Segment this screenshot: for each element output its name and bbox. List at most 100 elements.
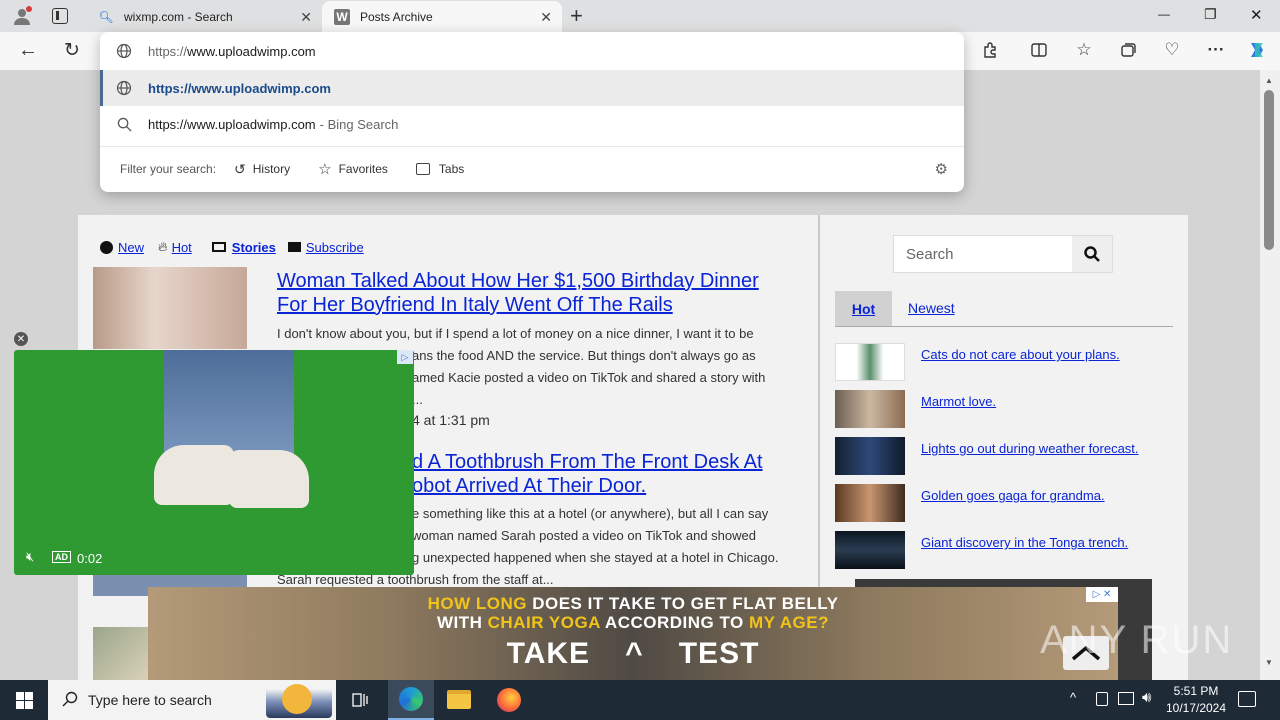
hot-item-link[interactable]: Lights go out during weather forecast. <box>921 441 1139 456</box>
sidebar-tab-label: Hot <box>851 300 876 317</box>
new-tab-button[interactable]: + <box>570 3 583 29</box>
refresh-icon[interactable]: ↻ <box>61 39 83 61</box>
sidebar-ad-slot <box>855 579 1152 587</box>
hot-item-thumbnail[interactable] <box>835 531 905 569</box>
suggestion-search[interactable]: https://www.uploadwimp.com - Bing Search <box>100 106 964 142</box>
filter-text: Favorites <box>338 162 388 176</box>
ad-choices-icon[interactable]: ▷ <box>397 350 413 364</box>
search-settings-icon[interactable]: ⚙ <box>935 160 948 178</box>
filter-history[interactable]: ↺ History <box>234 161 290 178</box>
banner-highlight: CHAIR YOGA <box>487 613 601 632</box>
suggestion-url[interactable]: https://www.uploadwimp.com <box>100 70 964 106</box>
extensions-icon[interactable] <box>980 39 1002 61</box>
page-scrollbar[interactable]: ▲ ▼ <box>1260 70 1280 680</box>
post-title-link[interactable]: d A Toothbrush From The Front Desk At ob… <box>412 450 763 498</box>
nav-new[interactable]: New <box>118 240 144 255</box>
banner-ad[interactable]: HOW LONG DOES IT TAKE TO GET FLAT BELLY … <box>148 587 1118 680</box>
video-time: 0:02 <box>77 551 103 566</box>
search-icon <box>100 117 148 132</box>
search-button[interactable] <box>1072 236 1112 272</box>
tabs-icon <box>415 163 430 175</box>
search-icon: 🔍︎ <box>98 9 114 24</box>
search-highlight-icon <box>266 682 332 718</box>
scroll-up-arrow[interactable]: ▲ <box>1265 76 1273 85</box>
network-icon[interactable] <box>1118 692 1134 705</box>
hot-item-link[interactable]: Marmot love. <box>921 394 996 409</box>
hot-item-thumbnail[interactable] <box>835 343 905 381</box>
tab-search[interactable]: 🔍︎ wixmp.com - Search ✕ <box>86 1 322 32</box>
firefox-icon[interactable] <box>497 688 521 712</box>
file-explorer-icon[interactable] <box>447 690 471 709</box>
video-frame <box>229 450 309 508</box>
post-thumbnail[interactable] <box>93 627 148 680</box>
mute-icon[interactable]: 🔇︎ <box>26 549 34 565</box>
site-nav: New 🔥︎ Hot Stories Subscribe <box>100 238 364 256</box>
edge-taskbar-icon[interactable] <box>388 680 434 720</box>
split-screen-icon[interactable] <box>1028 39 1050 61</box>
filter-tabs[interactable]: Tabs <box>415 162 464 176</box>
sidebar-tab-newest[interactable]: Newest <box>908 300 955 316</box>
banner-cta[interactable]: TAKE ^ TEST <box>148 637 1118 671</box>
scroll-down-arrow[interactable]: ▼ <box>1265 658 1273 667</box>
watermark: ANY RUN <box>1040 618 1234 662</box>
banner-cta-text: TEST <box>678 637 760 670</box>
volume-icon[interactable]: 🔊︎ <box>1142 689 1151 706</box>
close-tab-icon[interactable]: ✕ <box>300 9 312 26</box>
banner-text: ACCORDING TO <box>600 613 749 632</box>
back-icon[interactable]: ← <box>17 39 39 61</box>
video-ad[interactable]: 🔇︎ AD 0:02 <box>14 350 414 575</box>
search-input[interactable]: Search <box>906 246 954 263</box>
taskbar-search[interactable]: Type here to search <box>48 680 336 720</box>
address-input-row[interactable]: https://www.uploadwimp.com <box>100 33 964 69</box>
hot-item-thumbnail[interactable] <box>835 390 905 428</box>
minimize-button[interactable]: — <box>1158 7 1170 21</box>
filter-favorites[interactable]: ☆ Favorites <box>318 160 388 178</box>
collections-icon[interactable] <box>1117 39 1139 61</box>
post-title-link[interactable]: Woman Talked About How Her $1,500 Birthd… <box>277 269 759 317</box>
hot-item-link[interactable]: Cats do not care about your plans. <box>921 347 1120 362</box>
banner-ad-choices-icon[interactable]: ▷ ✕ <box>1086 587 1118 602</box>
url-scheme: https:// <box>148 43 188 59</box>
close-tab-icon[interactable]: ✕ <box>540 9 552 26</box>
filter-text: History <box>252 162 291 176</box>
sidebar-tab-hot[interactable]: Hot <box>835 291 892 326</box>
tab-posts-archive[interactable]: W Posts Archive ✕ <box>322 1 562 32</box>
close-window-button[interactable]: ✕ <box>1250 6 1263 24</box>
suggestion-suffix: - Bing Search <box>319 116 399 132</box>
tray-chevron-icon[interactable]: ^ <box>1070 690 1076 705</box>
taskbar-search-input[interactable]: Type here to search <box>88 692 212 708</box>
favorites-icon[interactable]: ☆ <box>1073 39 1095 61</box>
browser-essentials-icon[interactable]: ♡ <box>1161 39 1183 61</box>
start-button[interactable] <box>0 680 48 720</box>
tray-device-icon[interactable] <box>1096 692 1108 706</box>
nav-stories[interactable]: Stories <box>232 240 276 255</box>
profile-icon[interactable] <box>12 6 32 26</box>
hot-item-link[interactable]: Giant discovery in the Tonga trench. <box>921 535 1128 550</box>
site-favicon-icon: W <box>334 8 350 25</box>
video-frame <box>154 445 234 505</box>
divider <box>835 326 1173 327</box>
globe-icon <box>100 43 148 59</box>
notification-icon[interactable] <box>1238 691 1256 707</box>
nav-subscribe[interactable]: Subscribe <box>306 240 364 255</box>
banner-highlight: MY AGE? <box>749 613 830 632</box>
post-thumbnail[interactable] <box>93 267 247 349</box>
copilot-icon[interactable] <box>1246 39 1268 61</box>
suggestion-text: https://www.uploadwimp.com <box>148 80 331 96</box>
scrollbar-thumb[interactable] <box>1264 90 1274 250</box>
address-input[interactable]: https://www.uploadwimp.com <box>148 44 316 59</box>
ad-badge: AD <box>52 551 71 563</box>
close-ad-icon[interactable]: ✕ <box>14 332 28 346</box>
hot-item-thumbnail[interactable] <box>835 437 905 475</box>
maximize-button[interactable]: ❐ <box>1204 6 1217 23</box>
hot-item-link[interactable]: Golden goes gaga for grandma. <box>921 488 1105 503</box>
tab-actions-icon[interactable] <box>52 8 68 24</box>
post-date: 4 at 1:31 pm <box>412 412 490 428</box>
nav-hot[interactable]: Hot <box>172 240 192 255</box>
settings-more-icon[interactable]: ··· <box>1205 39 1227 61</box>
hot-item-thumbnail[interactable] <box>835 484 905 522</box>
banner-headline: HOW LONG DOES IT TAKE TO GET FLAT BELLY <box>148 594 1118 614</box>
clock[interactable]: 5:51 PM 10/17/2024 <box>1163 683 1229 717</box>
task-view-icon[interactable] <box>350 690 370 710</box>
url-host: www.uploadwimp.com <box>187 43 316 59</box>
